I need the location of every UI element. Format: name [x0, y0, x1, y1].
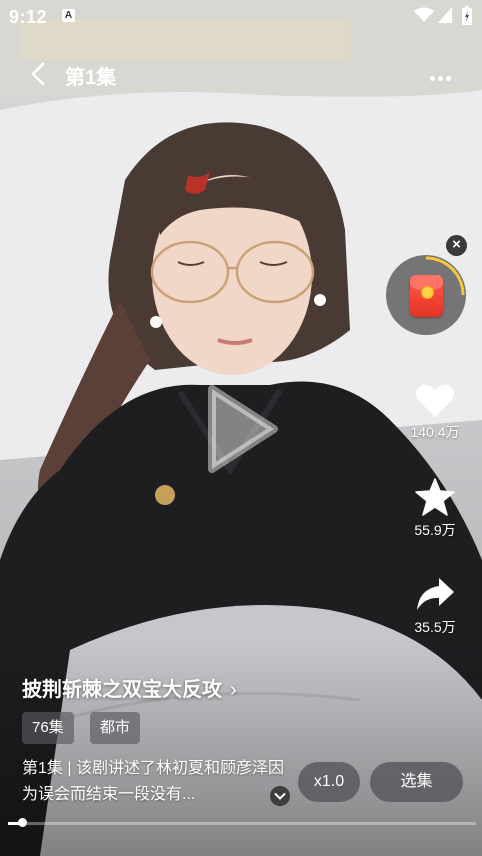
- progress-bar[interactable]: [8, 818, 476, 827]
- playback-speed-button[interactable]: x1.0: [298, 762, 360, 802]
- episode-description: 第1集 | 该剧讲述了林初夏和顾彦泽因为误会而结束一段没有...: [22, 760, 284, 803]
- signal-icon: [438, 7, 452, 23]
- drama-title-link[interactable]: 披荆斩棘之双宝大反攻 ›: [22, 673, 237, 702]
- favorite-button[interactable]: 55.9万: [400, 478, 470, 540]
- share-count: 35.5万: [414, 619, 456, 635]
- progress-knob[interactable]: [18, 818, 28, 827]
- genre-tag[interactable]: 都市: [90, 712, 141, 744]
- like-count: 140.4万: [410, 424, 460, 440]
- status-bar: 9:12 A: [0, 0, 482, 34]
- share-icon: [417, 578, 454, 610]
- wifi-icon: [414, 7, 434, 22]
- star-icon: [415, 478, 455, 516]
- close-red-envelope-button[interactable]: ×: [446, 235, 467, 256]
- more-options-icon[interactable]: [430, 68, 458, 81]
- expand-chevron-icon[interactable]: [270, 786, 290, 806]
- episode-count-tag: 76集: [22, 712, 74, 744]
- top-bar: 第1集: [0, 52, 482, 96]
- share-button[interactable]: 35.5万: [400, 575, 470, 637]
- drama-title: 披荆斩棘之双宝大反攻: [22, 679, 222, 701]
- like-button[interactable]: 140.4万: [400, 382, 470, 442]
- heart-icon: [416, 384, 454, 417]
- battery-icon: [462, 6, 472, 25]
- episode-title: 第1集: [65, 67, 117, 89]
- back-arrow-icon[interactable]: [26, 61, 52, 87]
- status-time: 9:12: [9, 7, 48, 27]
- notification-icon: A: [62, 9, 75, 22]
- red-envelope-icon: [410, 275, 443, 317]
- play-icon[interactable]: [206, 385, 278, 473]
- select-episode-button[interactable]: 选集: [370, 762, 463, 802]
- red-envelope-button[interactable]: [386, 255, 466, 335]
- favorite-count: 55.9万: [414, 522, 456, 538]
- chevron-right-icon: ›: [230, 679, 237, 701]
